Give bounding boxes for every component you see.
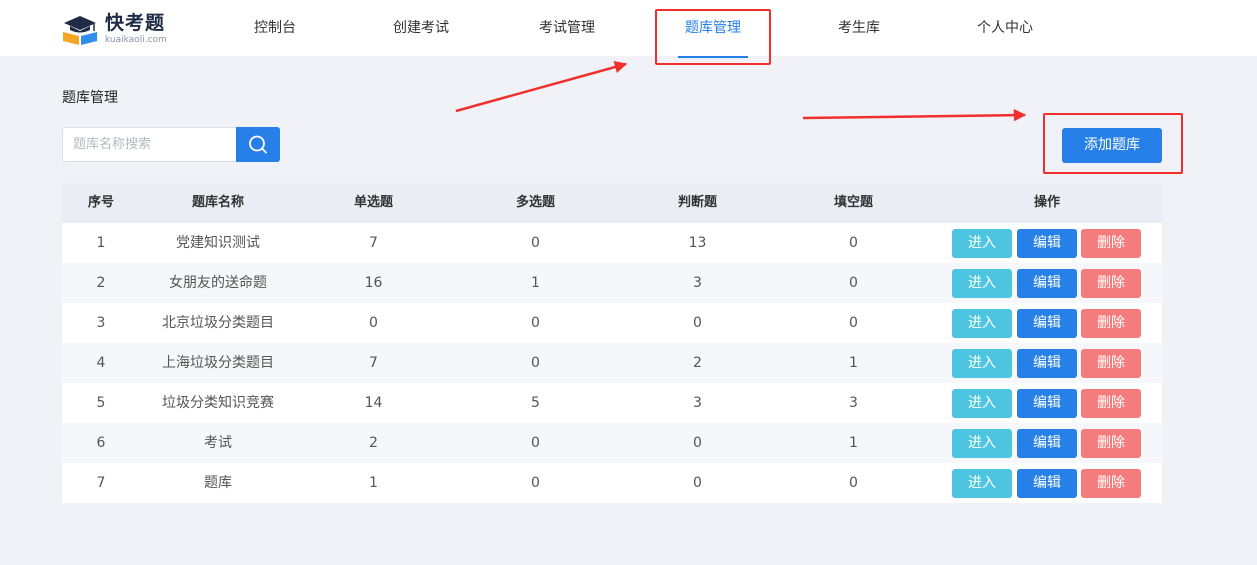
annotation-arrow-to-add-button bbox=[802, 108, 1027, 122]
annotation-arrows bbox=[455, 60, 1027, 122]
annotation-arrow-to-nav bbox=[455, 60, 628, 113]
